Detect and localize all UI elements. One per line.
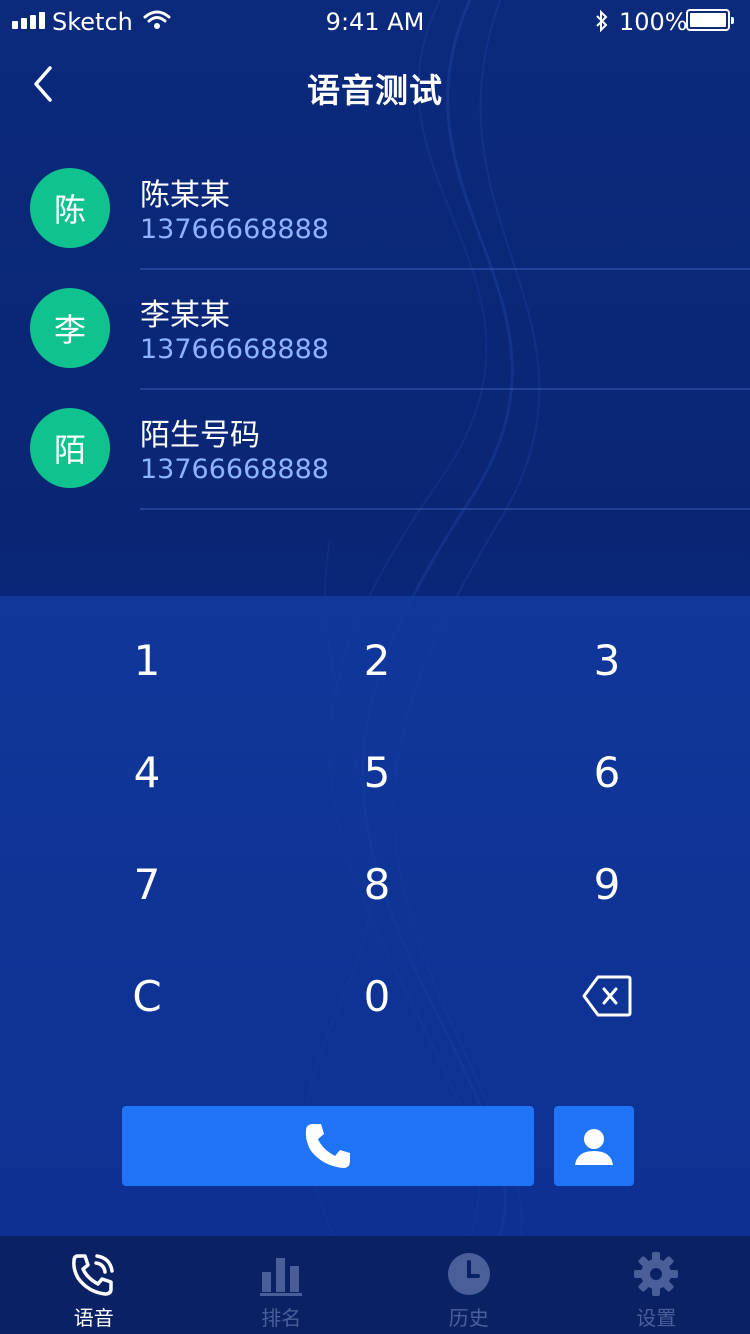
contacts-button[interactable] <box>554 1106 634 1186</box>
delete-button[interactable] <box>492 946 722 1046</box>
bar-chart-icon <box>260 1258 303 1296</box>
key-clear[interactable]: C <box>32 946 262 1046</box>
tab-settings[interactable]: 设置 <box>563 1236 750 1334</box>
key-6[interactable]: 6 <box>492 722 722 822</box>
contact-phone: 13766668888 <box>140 334 329 365</box>
tab-voice[interactable]: 语音 <box>0 1236 188 1334</box>
avatar: 陌 <box>30 408 110 488</box>
backspace-icon <box>582 975 632 1017</box>
contact-item[interactable]: 陈 陈某某 13766668888 <box>0 150 750 270</box>
tab-history[interactable]: 历史 <box>375 1236 563 1334</box>
page-title: 语音测试 <box>307 71 443 110</box>
person-icon <box>575 1129 613 1165</box>
bluetooth-icon <box>596 9 608 33</box>
avatar: 李 <box>30 288 110 368</box>
key-4[interactable]: 4 <box>32 722 262 822</box>
key-2[interactable]: 2 <box>262 610 492 710</box>
contact-phone: 13766668888 <box>140 454 329 485</box>
contact-phone: 13766668888 <box>140 214 329 245</box>
tab-label: 设置 <box>636 1306 677 1330</box>
key-8[interactable]: 8 <box>262 834 492 934</box>
contact-name: 陌生号码 <box>140 418 260 453</box>
contact-item[interactable]: 陌 陌生号码 13766668888 <box>0 390 750 510</box>
battery-percent: 100% <box>619 8 688 36</box>
tab-label: 排名 <box>261 1306 302 1330</box>
tab-label: 语音 <box>73 1306 114 1330</box>
clock-icon <box>447 1253 490 1295</box>
gear-icon <box>634 1252 679 1296</box>
contact-list: 陈 陈某某 13766668888 李 李某某 13766668888 陌 陌生… <box>0 150 750 510</box>
call-button[interactable] <box>122 1106 534 1186</box>
phone-ring-icon <box>71 1254 114 1296</box>
key-1[interactable]: 1 <box>32 610 262 710</box>
avatar: 陈 <box>30 168 110 248</box>
key-5[interactable]: 5 <box>262 722 492 822</box>
contact-name: 陈某某 <box>140 178 230 213</box>
divider <box>140 508 750 510</box>
contact-item[interactable]: 李 李某某 13766668888 <box>0 270 750 390</box>
tab-ranking[interactable]: 排名 <box>188 1236 376 1334</box>
key-0[interactable]: 0 <box>262 946 492 1046</box>
status-bar: Sketch 9:41 AM 100% <box>0 0 750 40</box>
key-9[interactable]: 9 <box>492 834 722 934</box>
key-7[interactable]: 7 <box>32 834 262 934</box>
battery-icon <box>686 9 734 31</box>
phone-icon <box>305 1124 350 1168</box>
key-3[interactable]: 3 <box>492 610 722 710</box>
tab-bar: 语音 排名 历史 设置 <box>0 1236 750 1334</box>
tab-label: 历史 <box>448 1306 489 1330</box>
contact-name: 李某某 <box>140 298 230 333</box>
